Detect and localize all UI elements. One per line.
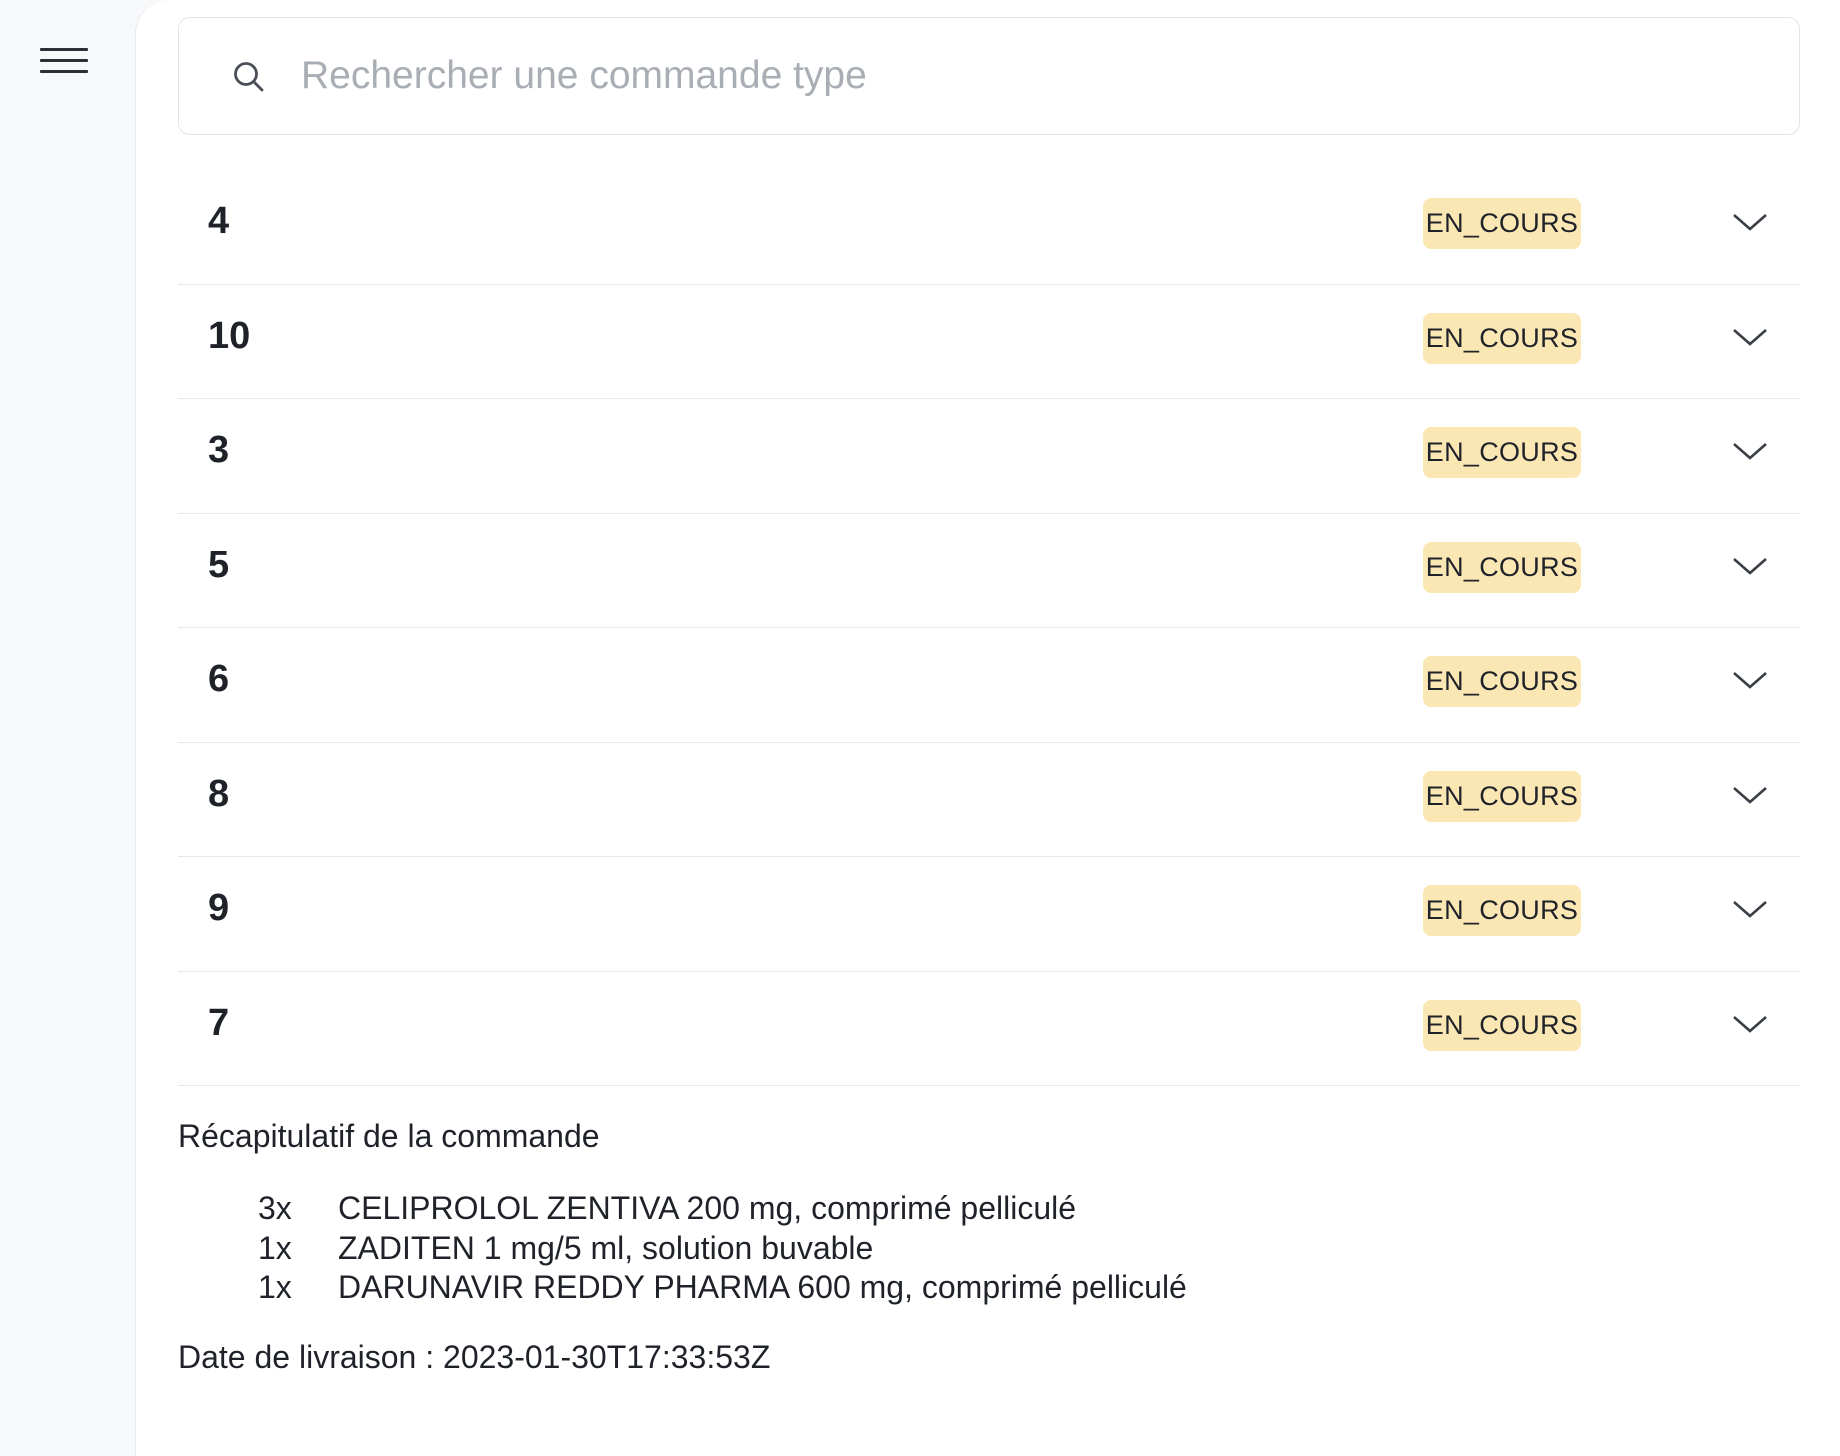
sidebar [0, 0, 135, 1456]
chevron-down-icon[interactable] [1730, 893, 1770, 923]
order-row[interactable]: 4 EN_COURS [178, 170, 1800, 285]
order-title: 8 [208, 772, 230, 815]
status-badge: EN_COURS [1423, 198, 1581, 249]
chevron-down-icon[interactable] [1730, 206, 1770, 236]
summary-items: 3x CELIPROLOL ZENTIVA 200 mg, comprimé p… [258, 1190, 1778, 1309]
order-title: 6 [208, 658, 230, 700]
list-item: 1x ZADITEN 1 mg/5 ml, solution buvable [258, 1230, 1778, 1270]
delivery-label: Date de livraison : [178, 1338, 435, 1375]
order-title: 3 [208, 429, 230, 471]
order-row[interactable]: 5 EN_COURS [178, 514, 1800, 628]
chevron-down-icon[interactable] [1730, 550, 1770, 580]
item-quantity: 1x [258, 1229, 292, 1266]
hamburger-menu-icon[interactable] [38, 44, 92, 80]
order-title: 7 [208, 1001, 230, 1044]
chevron-down-icon[interactable] [1730, 779, 1770, 809]
order-row[interactable]: 3 EN_COURS [178, 399, 1800, 514]
item-name: ZADITEN 1 mg/5 ml, solution buvable [338, 1229, 874, 1266]
list-item: 1x DARUNAVIR REDDY PHARMA 600 mg, compri… [258, 1269, 1778, 1309]
delivery-date: Date de livraison : 2023-01-30T17:33:53Z [178, 1339, 1778, 1376]
status-badge: EN_COURS [1423, 541, 1581, 593]
delivery-value: 2023-01-30T17:33:53Z [443, 1338, 771, 1375]
item-quantity: 1x [258, 1269, 292, 1305]
status-badge: EN_COURS [1423, 427, 1581, 478]
order-row[interactable]: 9 EN_COURS [178, 857, 1800, 972]
chevron-down-icon[interactable] [1730, 321, 1770, 351]
order-list: 4 EN_COURS 10 EN_COURS 3 EN_COURS 5 EN_C… [178, 170, 1800, 1086]
order-row[interactable]: 6 EN_COURS [178, 628, 1800, 743]
item-name: DARUNAVIR REDDY PHARMA 600 mg, comprimé … [338, 1269, 1187, 1305]
item-quantity: 3x [258, 1190, 292, 1226]
search-bar[interactable] [178, 17, 1800, 135]
status-badge: EN_COURS [1423, 885, 1581, 936]
menu-line [40, 59, 88, 62]
status-badge: EN_COURS [1423, 312, 1581, 364]
status-badge: EN_COURS [1423, 770, 1581, 822]
chevron-down-icon[interactable] [1730, 435, 1770, 465]
search-icon [234, 62, 264, 92]
main-panel: 4 EN_COURS 10 EN_COURS 3 EN_COURS 5 EN_C… [135, 0, 1840, 1456]
chevron-up-icon[interactable] [1730, 1008, 1770, 1038]
order-row[interactable]: 8 EN_COURS [178, 743, 1800, 857]
order-title: 9 [208, 887, 230, 929]
item-name: CELIPROLOL ZENTIVA 200 mg, comprimé pell… [338, 1190, 1077, 1226]
order-title: 4 [208, 200, 230, 242]
menu-line [40, 70, 88, 73]
search-input[interactable] [301, 42, 1761, 110]
order-title: 5 [208, 543, 230, 586]
status-badge: EN_COURS [1423, 999, 1581, 1051]
order-title: 10 [208, 314, 251, 357]
chevron-down-icon[interactable] [1730, 664, 1770, 694]
order-summary: Récapitulatif de la commande 3x CELIPROL… [178, 1118, 1778, 1376]
menu-line [40, 48, 88, 51]
list-item: 3x CELIPROLOL ZENTIVA 200 mg, comprimé p… [258, 1190, 1778, 1230]
order-row[interactable]: 10 EN_COURS [178, 285, 1800, 399]
order-row[interactable]: 7 EN_COURS [178, 972, 1800, 1086]
summary-title: Récapitulatif de la commande [178, 1118, 600, 1154]
status-badge: EN_COURS [1423, 656, 1581, 707]
